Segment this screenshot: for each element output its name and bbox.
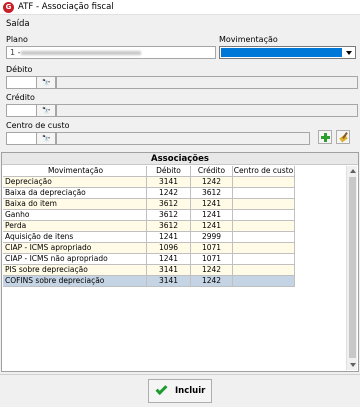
incluir-button[interactable]: Incluir (148, 379, 212, 403)
binoculars-icon: 🔭 (42, 79, 51, 87)
cell-debito: 1242 (147, 188, 191, 199)
cell-credito: 1241 (191, 221, 233, 232)
table-row[interactable]: Baixa do item 3612 1241 (3, 199, 295, 210)
cell-movimentacao: Aquisição de itens (3, 232, 147, 243)
debito-description-field (56, 76, 358, 89)
cell-movimentacao: PIS sobre depreciação (3, 265, 147, 276)
cell-movimentacao: Ganho (3, 210, 147, 221)
window-title: ATF - Associação fiscal (18, 2, 114, 12)
cell-centro-de-custo (233, 243, 295, 254)
associacoes-panel: Associações Movimentação Débito Crédito … (1, 152, 359, 372)
plano-blurred-text (21, 51, 141, 55)
centro-search-button[interactable]: 🔭 (36, 132, 56, 145)
cell-movimentacao: Depreciação (3, 177, 147, 188)
cell-centro-de-custo (233, 232, 295, 243)
movimentacao-select[interactable] (219, 46, 356, 59)
cell-debito: 3141 (147, 276, 191, 287)
scroll-down-icon[interactable] (347, 360, 358, 370)
incluir-label: Incluir (175, 386, 206, 396)
cell-centro-de-custo (233, 221, 295, 232)
scroll-up-icon[interactable] (347, 166, 358, 176)
column-header-movimentacao[interactable]: Movimentação (3, 166, 147, 177)
debito-search-button[interactable]: 🔭 (36, 76, 56, 89)
centro-description-field (56, 132, 310, 145)
table-row[interactable]: CIAP - ICMS não apropriado 1241 1071 (3, 254, 295, 265)
debito-code-input[interactable] (6, 76, 36, 89)
plano-value: 1 - (10, 48, 21, 57)
column-header-debito[interactable]: Débito (147, 166, 191, 177)
plano-field[interactable]: 1 - (6, 46, 216, 59)
cell-movimentacao: COFINS sobre depreciação (3, 276, 147, 287)
cell-movimentacao: CIAP - ICMS apropriado (3, 243, 147, 254)
cell-debito: 1096 (147, 243, 191, 254)
column-header-credito[interactable]: Crédito (191, 166, 233, 177)
grid-header-row: Movimentação Débito Crédito Centro de cu… (3, 166, 295, 177)
cell-centro-de-custo (233, 210, 295, 221)
cell-centro-de-custo (233, 199, 295, 210)
check-icon (155, 382, 168, 396)
cell-debito: 3141 (147, 177, 191, 188)
cell-debito: 3612 (147, 210, 191, 221)
cell-debito: 3141 (147, 265, 191, 276)
associacoes-title: Associações (2, 153, 358, 165)
cell-debito: 1241 (147, 232, 191, 243)
cell-credito: 2999 (191, 232, 233, 243)
table-row[interactable]: COFINS sobre depreciação 3141 1242 (3, 276, 295, 287)
table-row[interactable]: Ganho 3612 1241 (3, 210, 295, 221)
binoculars-icon: 🔭 (42, 135, 51, 143)
cell-credito: 1242 (191, 177, 233, 188)
debito-label: Débito (6, 65, 33, 74)
cell-movimentacao: Baixa da depreciação (3, 188, 147, 199)
title-bar: G ATF - Associação fiscal (0, 0, 360, 15)
credito-code-input[interactable] (6, 104, 36, 117)
movimentacao-selection (221, 48, 342, 57)
table-row[interactable]: CIAP - ICMS apropriado 1096 1071 (3, 243, 295, 254)
cell-credito: 1071 (191, 254, 233, 265)
cell-debito: 1241 (147, 254, 191, 265)
credito-label: Crédito (6, 93, 35, 102)
cell-centro-de-custo (233, 188, 295, 199)
cell-credito: 1241 (191, 210, 233, 221)
cell-credito: 1242 (191, 265, 233, 276)
clear-button[interactable] (336, 130, 350, 144)
add-button[interactable] (318, 130, 332, 144)
grid-scrollbar[interactable] (346, 166, 357, 370)
cell-debito: 3612 (147, 199, 191, 210)
credito-description-field (56, 104, 358, 117)
cell-debito: 3612 (147, 221, 191, 232)
centro-lookup: 🔭 (6, 132, 310, 145)
column-header-centro-de-custo[interactable]: Centro de custo (233, 166, 295, 177)
scroll-thumb[interactable] (349, 177, 356, 358)
movimentacao-label: Movimentação (219, 35, 278, 44)
cell-movimentacao: CIAP - ICMS não apropriado (3, 254, 147, 265)
table-row[interactable]: Baixa da depreciação 1242 3612 (3, 188, 295, 199)
centro-code-input[interactable] (6, 132, 36, 145)
cell-credito: 1241 (191, 199, 233, 210)
credito-lookup: 🔭 (6, 104, 358, 117)
app-logo-icon: G (3, 2, 14, 13)
cell-centro-de-custo (233, 177, 295, 188)
table-row[interactable]: Depreciação 3141 1242 (3, 177, 295, 188)
cell-credito: 1242 (191, 276, 233, 287)
binoculars-icon: 🔭 (42, 107, 51, 115)
cell-credito: 3612 (191, 188, 233, 199)
table-row[interactable]: Perda 3612 1241 (3, 221, 295, 232)
cell-movimentacao: Baixa do item (3, 199, 147, 210)
table-row[interactable]: Aquisição de itens 1241 2999 (3, 232, 295, 243)
cell-centro-de-custo (233, 276, 295, 287)
centro-label: Centro de custo (6, 121, 70, 130)
cell-centro-de-custo (233, 265, 295, 276)
menu-saida[interactable]: Saída (6, 19, 30, 29)
chevron-down-icon[interactable] (343, 48, 354, 57)
table-row[interactable]: PIS sobre depreciação 3141 1242 (3, 265, 295, 276)
credito-search-button[interactable]: 🔭 (36, 104, 56, 117)
plano-label: Plano (6, 35, 28, 44)
cell-credito: 1071 (191, 243, 233, 254)
cell-centro-de-custo (233, 254, 295, 265)
cell-movimentacao: Perda (3, 221, 147, 232)
debito-lookup: 🔭 (6, 76, 358, 89)
dialog-footer: Incluir (0, 374, 360, 407)
